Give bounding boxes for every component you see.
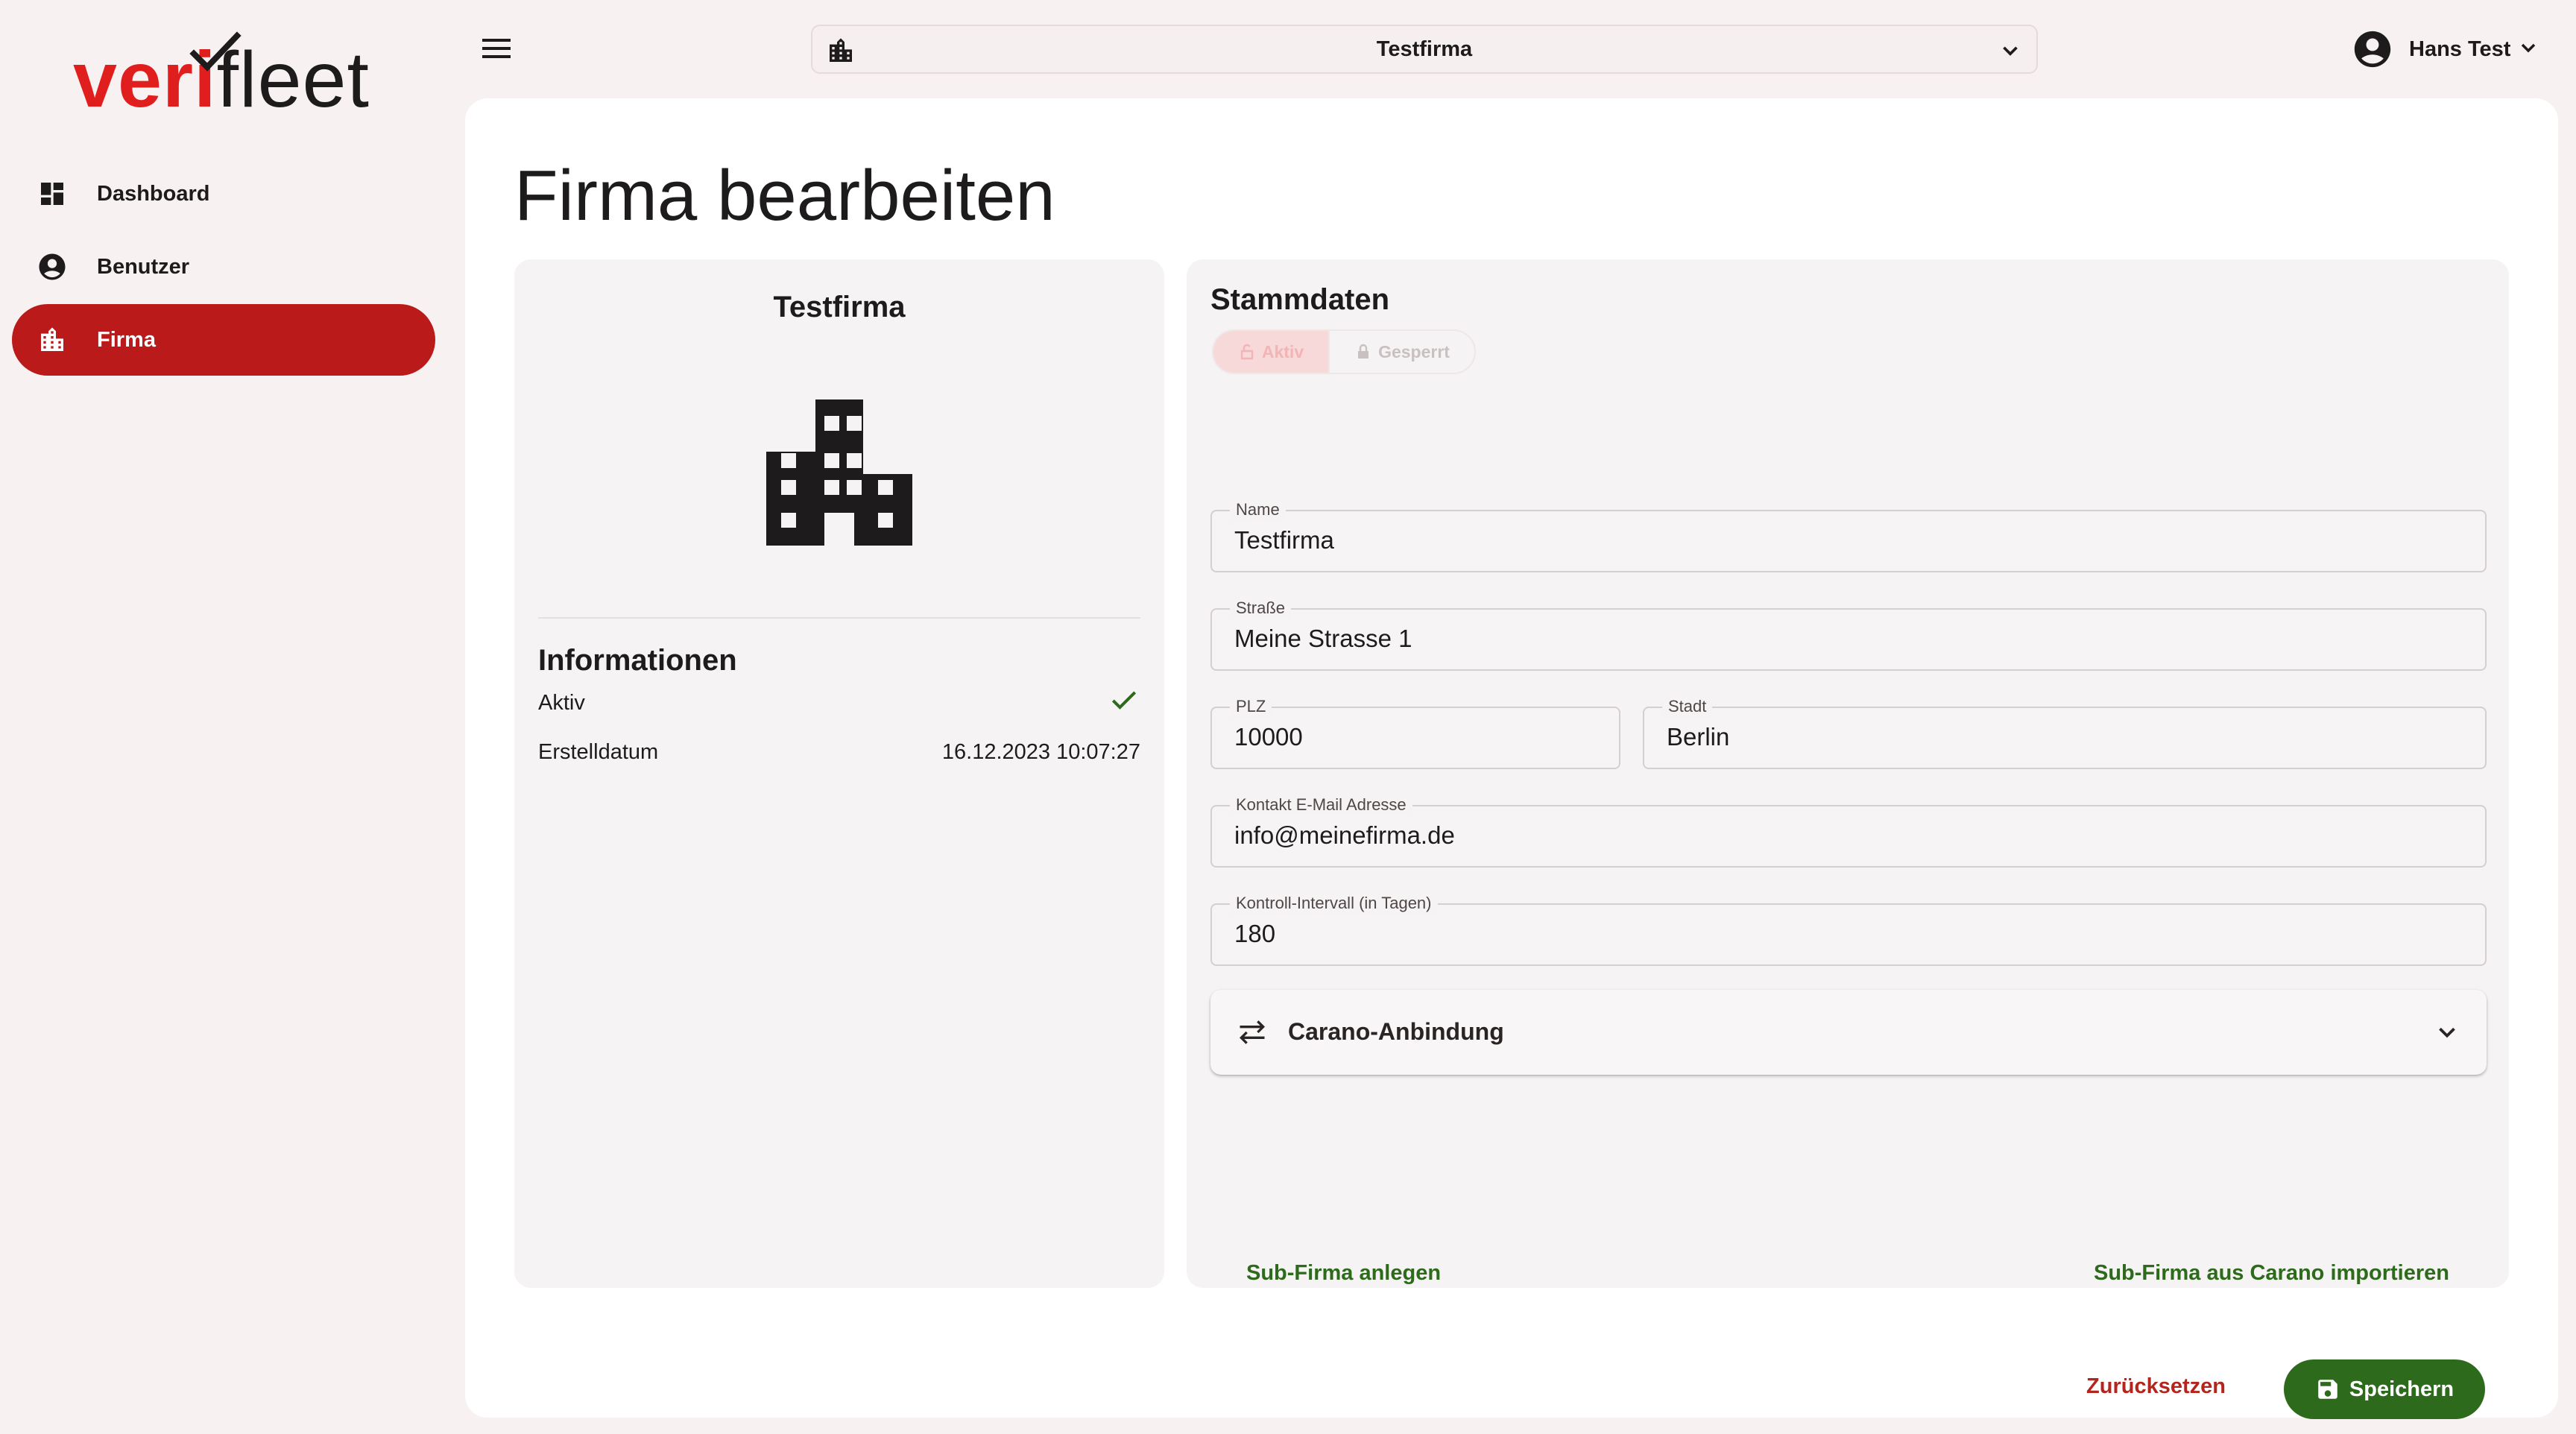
chevron-down-icon [2516,36,2540,63]
zip-field-label: PLZ [1230,696,1272,717]
lock-icon [1358,344,1369,358]
reset-button[interactable]: Zurücksetzen [2086,1374,2226,1399]
master-data-card: Stammdaten Aktiv Gesperrt Name Straße [1187,259,2509,1419]
create-sub-company-button[interactable]: Sub-Firma anlegen [1246,1261,1441,1286]
interval-field: Kontroll-Intervall (in Tagen) [1210,893,2487,966]
name-field: Name [1210,499,2487,572]
interval-input[interactable] [1234,920,2463,948]
carano-accordion-label: Carano-Anbindung [1288,1018,1504,1045]
city-field: Stadt [1643,696,2487,769]
sidebar-item-dashboard[interactable]: Dashboard [12,158,435,230]
sidebar-item-label: Benutzer [97,254,190,279]
divider [538,617,1140,619]
account-circle-icon [2354,31,2391,68]
interval-field-label: Kontroll-Intervall (in Tagen) [1230,893,1438,914]
sidebar-item-label: Firma [97,327,156,352]
created-value: 16.12.2023 10:07:27 [941,739,1140,764]
carano-accordion[interactable]: Carano-Anbindung [1210,990,2487,1075]
sidebar-nav: Dashboard Benutzer Firma [12,158,435,377]
save-button-label: Speichern [2349,1377,2455,1401]
sidebar: verifleet Dashboard Benutzer Firma [0,0,455,1434]
logo-check-icon [189,31,242,72]
main-content: Firma bearbeiten Testfirma Informationen… [465,98,2558,1419]
save-button[interactable]: Speichern [2284,1359,2485,1419]
company-name-heading: Testfirma [773,291,906,323]
status-active-button[interactable]: Aktiv [1213,331,1330,373]
hamburger-menu-icon [482,39,511,58]
info-row-active: Aktiv [538,684,1140,721]
email-input[interactable] [1234,821,2463,850]
sidebar-item-label: Dashboard [97,181,210,206]
import-sub-company-button[interactable]: Sub-Firma aus Carano importieren [2094,1261,2449,1286]
created-label: Erstelldatum [538,739,659,764]
account-circle-icon [36,250,69,283]
company-overview-card: Testfirma Informationen Aktiv Erstelldat… [514,259,1164,1288]
page-title: Firma bearbeiten [514,156,1055,236]
status-toggle: Aktiv Gesperrt [1212,329,1476,374]
status-locked-label: Gesperrt [1378,341,1450,361]
status-active-label: Aktiv [1261,341,1304,361]
dashboard-icon [36,177,69,210]
sidebar-item-firma[interactable]: Firma [12,304,435,376]
building-icon [766,399,912,549]
company-selector-value: Testfirma [1376,37,1473,61]
master-data-heading: Stammdaten [1210,283,1390,316]
chevron-down-icon [1998,38,2023,67]
zip-field: PLZ [1210,696,1620,769]
street-input[interactable] [1234,625,2463,653]
swap-arrows-icon [1236,1016,1269,1052]
building-icon [826,36,856,69]
app-root: verifleet Dashboard Benutzer Firma Testf… [0,0,2576,1434]
menu-toggle-button[interactable] [474,30,519,67]
user-name: Hans Test [2409,37,2511,61]
city-field-label: Stadt [1662,696,1713,717]
status-locked-button[interactable]: Gesperrt [1330,331,1474,373]
active-label: Aktiv [538,690,585,715]
info-heading: Informationen [538,644,737,677]
chevron-down-icon [2433,1018,2461,1050]
verifleet-logo[interactable]: verifleet [73,31,379,121]
email-field: Kontakt E-Mail Adresse [1210,795,2487,868]
lock-open-icon [1240,344,1254,360]
zip-input[interactable] [1234,723,1597,751]
city-input[interactable] [1667,723,2463,751]
info-row-created: Erstelldatum 16.12.2023 10:07:27 [538,733,1140,771]
sidebar-item-benutzer[interactable]: Benutzer [12,231,435,303]
check-icon [1108,683,1140,722]
street-field-label: Straße [1230,598,1292,619]
email-field-label: Kontakt E-Mail Adresse [1230,795,1412,815]
save-icon [2318,1380,2337,1399]
company-selector[interactable]: Testfirma [811,25,2038,74]
building-icon [36,323,69,356]
name-field-label: Name [1230,499,1286,520]
name-input[interactable] [1234,526,2463,555]
street-field: Straße [1210,598,2487,671]
user-menu[interactable]: Hans Test [2351,25,2540,73]
